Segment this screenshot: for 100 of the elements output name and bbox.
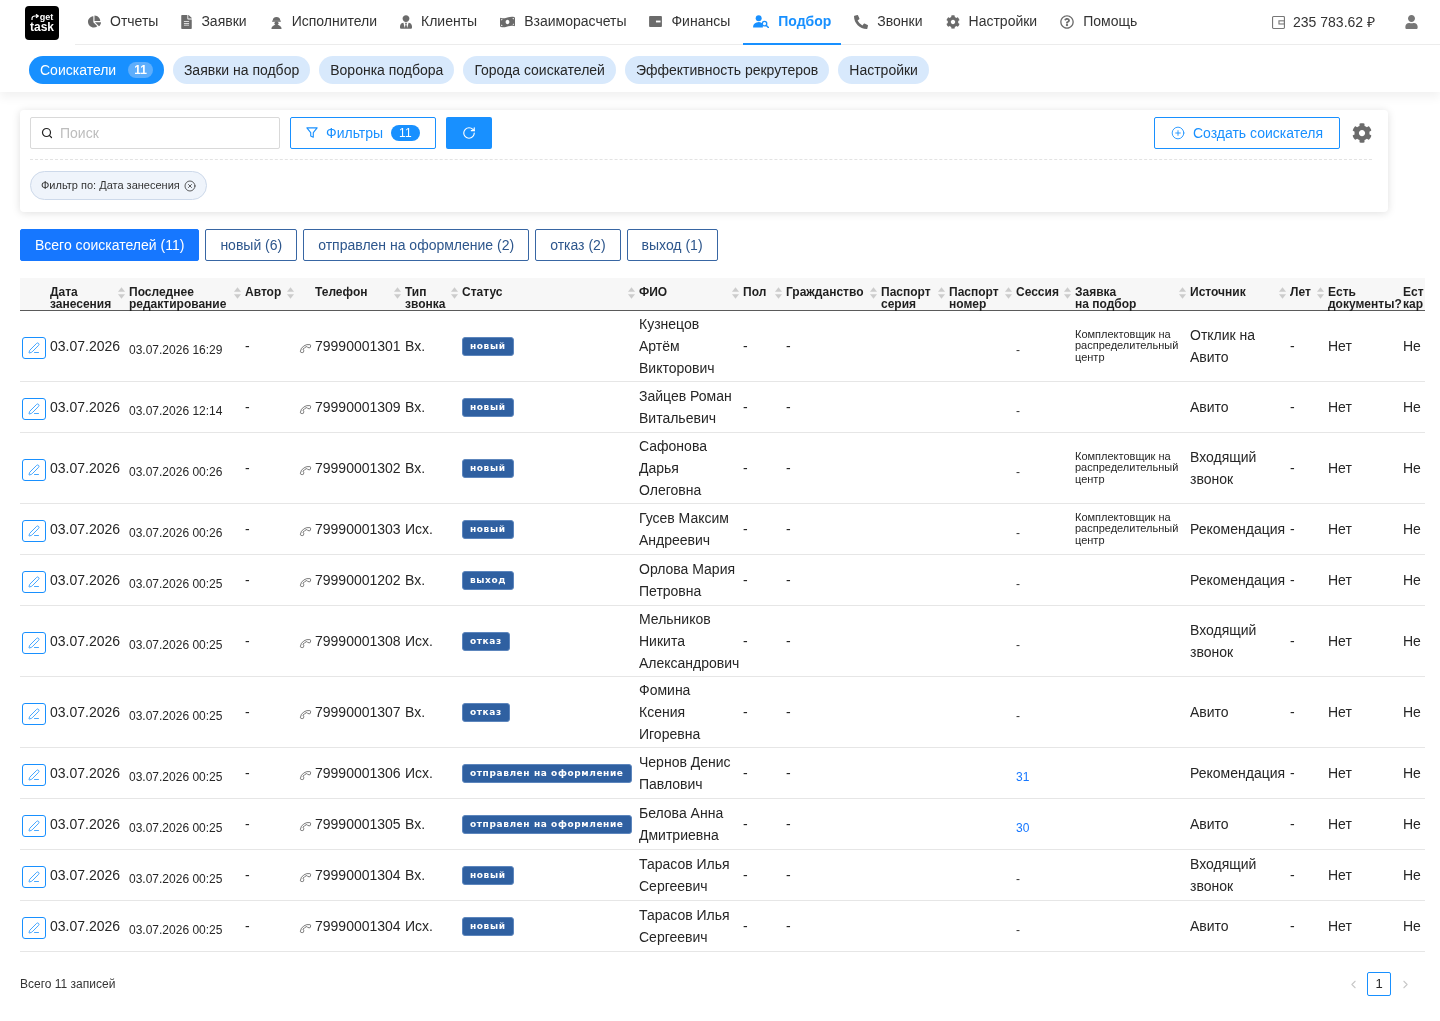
page-button[interactable]: 1 [1367, 972, 1391, 996]
sort-icon[interactable] [1064, 287, 1071, 299]
column-header[interactable]: Телефон [298, 278, 405, 310]
table-cell-text: 79990001202 [315, 570, 401, 590]
subtab[interactable]: Заявки на подбор [172, 56, 311, 84]
phone-icon [299, 707, 312, 721]
subtab[interactable]: Города соискателей [463, 56, 616, 84]
sort-icon[interactable] [451, 287, 458, 299]
edit-button[interactable] [22, 632, 46, 654]
status-filter[interactable]: Всего соискателей (11) [20, 229, 200, 261]
table-cell: 03.07.2026 00:25 [129, 638, 223, 652]
column-header[interactable]: Источник [1190, 278, 1290, 310]
column-header[interactable]: Последнее редактирование [129, 278, 245, 310]
table-cell: - [743, 816, 748, 832]
table-cell: Нет [1328, 704, 1352, 720]
edit-button[interactable] [22, 917, 46, 939]
table-cell: - [786, 704, 791, 720]
status-badge: отправлен на оформление [462, 763, 632, 783]
sort-icon[interactable] [775, 287, 782, 299]
sort-icon[interactable] [394, 287, 401, 299]
edit-button[interactable] [22, 703, 46, 725]
app-logo[interactable]: get task [25, 5, 59, 40]
table-cell-text: Авито [1190, 815, 1230, 834]
table-cell-text: 79990001308 [315, 631, 401, 651]
column-header[interactable]: ФИО [639, 278, 743, 310]
nav-tab[interactable]: Звонки [844, 0, 933, 45]
edit-button[interactable] [22, 459, 46, 481]
table-cell: - [743, 460, 748, 476]
user-icon[interactable] [1405, 15, 1418, 29]
table-cell-text: Авито [1190, 398, 1230, 417]
table-cell: Нет [1328, 572, 1352, 588]
pencil-icon [28, 525, 40, 537]
column-header[interactable]: Автор [245, 278, 298, 310]
column-header[interactable]: Паспорт серия [881, 278, 949, 310]
column-header[interactable]: Пол [743, 278, 786, 310]
column-header[interactable]: Тип звонка [405, 278, 462, 310]
nav-tab[interactable]: Отчеты [78, 0, 169, 45]
sort-icon[interactable] [1317, 287, 1324, 299]
sort-icon[interactable] [234, 287, 241, 299]
phone-icon [299, 524, 312, 538]
sort-icon[interactable] [118, 287, 125, 299]
subtab[interactable]: Воронка подбора [319, 56, 455, 84]
nav-tab[interactable]: Исполнители [259, 0, 388, 45]
sort-icon[interactable] [938, 287, 945, 299]
sort-icon[interactable] [870, 287, 877, 299]
sort-icon[interactable] [1279, 287, 1286, 299]
edit-button[interactable] [22, 815, 46, 837]
table-cell-text: Гусев Максим Андреевич [639, 509, 730, 550]
edit-button[interactable] [22, 398, 46, 420]
edit-button[interactable] [22, 520, 46, 542]
table-cell: 03.07.2026 00:25 [129, 770, 223, 784]
status-badge: новый [462, 916, 514, 936]
table-cell: - [786, 918, 791, 934]
close-icon[interactable] [183, 179, 196, 192]
table-cell: - [743, 338, 748, 354]
column-header[interactable]: Паспорт номер [949, 278, 1016, 310]
refresh-button[interactable] [445, 117, 492, 149]
table-cell: 03.07.2026 00:25 [129, 821, 223, 835]
table-cell: 03.07.2026 [50, 572, 121, 588]
edit-button[interactable] [22, 764, 46, 786]
nav-tab[interactable]: Помощь [1050, 0, 1148, 45]
sort-icon[interactable] [732, 287, 739, 299]
column-header[interactable]: Сессия [1016, 278, 1075, 310]
status-filter[interactable]: выход (1) [626, 229, 718, 261]
sort-icon[interactable] [1005, 287, 1012, 299]
help-icon [1060, 14, 1075, 29]
column-header[interactable]: Лет [1290, 278, 1328, 310]
status-filter[interactable]: новый (6) [205, 229, 298, 261]
settings-icon[interactable] [1352, 123, 1372, 143]
status-filter[interactable]: отправлен на оформление (2) [303, 229, 530, 261]
sort-icon[interactable] [1179, 287, 1186, 299]
edit-button[interactable] [22, 866, 46, 888]
subtab[interactable]: Эффективность рекрутеров [624, 56, 830, 84]
sort-icon[interactable] [287, 287, 294, 299]
table-cell: Нет [1328, 816, 1352, 832]
table-cell: - [786, 521, 791, 537]
sort-icon[interactable] [628, 287, 635, 299]
status-filter[interactable]: отказ (2) [535, 229, 621, 261]
edit-button[interactable] [22, 337, 46, 359]
nav-tab[interactable]: Финансы [639, 0, 741, 45]
search-field[interactable]: Поиск [30, 117, 280, 149]
pencil-icon [28, 871, 40, 883]
filter-chip[interactable]: Фильтр по: Дата занесения [30, 171, 207, 200]
nav-tab[interactable]: Взаиморасчеты [490, 0, 637, 45]
session-link[interactable]: 31 [1016, 770, 1030, 784]
nav-tab[interactable]: Настройки [935, 0, 1048, 45]
table-cell-text: 79990001301 [315, 336, 401, 356]
session-link[interactable]: 30 [1016, 821, 1030, 835]
subtab[interactable]: Настройки [838, 56, 929, 84]
nav-tab[interactable]: Клиенты [390, 0, 488, 45]
edit-button[interactable] [22, 571, 46, 593]
column-header[interactable]: Статус [462, 278, 639, 310]
nav-tab[interactable]: Заявки [171, 0, 257, 45]
column-header[interactable]: Гражданство [786, 278, 881, 310]
table-cell-text: Комплектовщик на распределительный центр [1075, 450, 1180, 486]
column-header[interactable]: Дата занесения [50, 278, 129, 310]
table-cell-text: Сафонова Дарья Олеговна [639, 437, 708, 500]
table-cell: Нет [1328, 633, 1352, 649]
table-cell: Вх. [405, 460, 426, 476]
column-header[interactable]: Заявка на подбор [1075, 278, 1190, 310]
